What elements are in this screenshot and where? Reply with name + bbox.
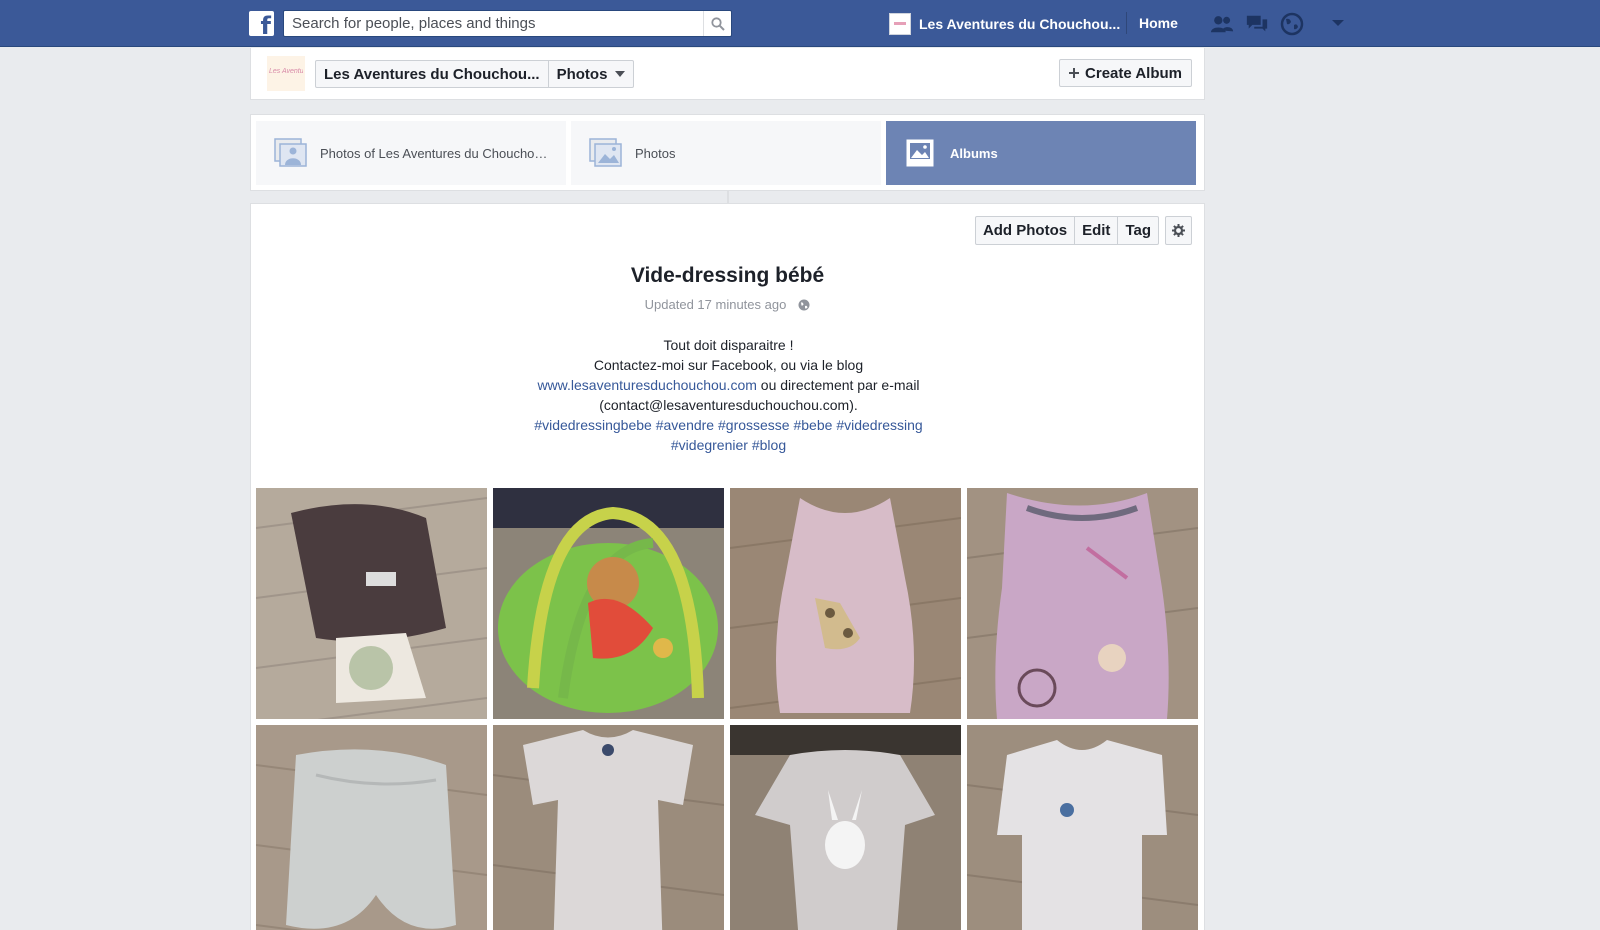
desc-line-1: Tout doit disparaitre ! xyxy=(663,337,794,353)
topbar-page-link[interactable]: Les Aventures du Chouchou... xyxy=(889,12,1120,35)
hashtag-link[interactable]: #videgrenier xyxy=(671,437,748,453)
section-dropdown[interactable]: Photos xyxy=(547,61,634,87)
desc-line-2: Contactez-moi sur Facebook, ou via le bl… xyxy=(593,357,864,373)
page-name-label: Les Aventures du Chouchou... xyxy=(324,65,540,83)
album-description: Tout doit disparaitre ! Contactez-moi su… xyxy=(451,335,1006,455)
hashtag-link[interactable]: #videdressingbebe xyxy=(534,417,652,433)
plus-icon xyxy=(1069,68,1080,78)
search-button[interactable] xyxy=(703,11,731,36)
photo-thumbnail[interactable] xyxy=(967,725,1198,930)
options-button[interactable] xyxy=(1165,216,1192,245)
album-updated-time[interactable]: Updated 17 minutes ago xyxy=(645,297,787,312)
hashtags-line-2: #videgrenier #blog xyxy=(451,435,1006,455)
tag-button[interactable]: Tag xyxy=(1117,217,1158,244)
photo-tabs: Photos of Les Aventures du Chouchou ... … xyxy=(250,114,1205,191)
hashtag-link[interactable]: #bebe xyxy=(793,417,832,433)
photo-thumbnail[interactable] xyxy=(256,488,487,719)
create-album-button[interactable]: Create Album xyxy=(1059,59,1192,87)
facebook-logo-icon[interactable]: f xyxy=(249,11,274,38)
album-updated-row: Updated 17 minutes ago xyxy=(251,297,1204,312)
photo-thumbnail[interactable] xyxy=(730,488,961,719)
tagged-photos-icon xyxy=(274,138,307,167)
topbar-separator xyxy=(1126,12,1127,34)
search-icon xyxy=(710,16,725,31)
page-section-selector: Les Aventures du Chouchou... Photos xyxy=(315,60,635,88)
page-header: Les Aventures Les Aventures du Chouchou.… xyxy=(250,48,1205,100)
desc-line-4: (contact@lesaventuresduchouchou.com). xyxy=(599,397,858,413)
photo-thumbnail[interactable] xyxy=(967,488,1198,719)
page-avatar xyxy=(889,12,911,35)
account-menu-caret-icon[interactable] xyxy=(1332,20,1344,26)
top-navigation-bar: f Les Aventures du Chouchou... Home xyxy=(0,0,1600,47)
page-profile-picture[interactable]: Les Aventures xyxy=(267,56,305,91)
page-logo-script: Les Aventures xyxy=(269,68,303,75)
page-name-button[interactable]: Les Aventures du Chouchou... xyxy=(316,61,548,87)
desc-line-3: www.lesaventuresduchouchou.com ou direct… xyxy=(451,375,1006,395)
search-box xyxy=(283,10,732,37)
tab-connector xyxy=(727,191,729,203)
tab-albums-label: Albums xyxy=(950,145,998,161)
search-input[interactable] xyxy=(284,11,694,36)
edit-button[interactable]: Edit xyxy=(1074,217,1117,244)
create-album-label: Create Album xyxy=(1085,64,1182,82)
hashtag-link[interactable]: #blog xyxy=(752,437,786,453)
photo-thumbnail[interactable] xyxy=(730,725,961,930)
topbar-jewels xyxy=(1210,12,1304,36)
photos-icon xyxy=(589,138,622,167)
chevron-down-icon xyxy=(615,71,626,77)
desc-line-3-rest: ou directement par e-mail xyxy=(756,377,920,393)
topbar-page-name: Les Aventures du Chouchou... xyxy=(919,15,1121,32)
blog-link[interactable]: www.lesaventuresduchouchou.com xyxy=(537,377,756,393)
public-globe-icon[interactable] xyxy=(798,299,810,311)
notifications-globe-icon[interactable] xyxy=(1280,12,1304,36)
album-title: Vide-dressing bébé xyxy=(630,264,825,287)
messages-icon[interactable] xyxy=(1245,12,1269,36)
friend-requests-icon[interactable] xyxy=(1210,12,1234,36)
hashtag-link[interactable]: #grossesse xyxy=(718,417,790,433)
section-label: Photos xyxy=(556,65,608,83)
photo-thumbnail[interactable] xyxy=(493,488,724,719)
photo-thumbnail[interactable] xyxy=(493,725,724,930)
tab-photos-of[interactable]: Photos of Les Aventures du Chouchou ... xyxy=(256,121,566,185)
album-panel: Add Photos Edit Tag Vide-dressing bébé U… xyxy=(250,203,1205,930)
photo-thumbnail[interactable] xyxy=(256,725,487,930)
gear-icon xyxy=(1172,224,1185,237)
album-toolbar: Add Photos Edit Tag xyxy=(974,216,1192,245)
album-actions: Add Photos Edit Tag xyxy=(974,216,1159,245)
tab-photos[interactable]: Photos xyxy=(571,121,881,185)
hashtag-link[interactable]: #avendre xyxy=(656,417,714,433)
tab-albums[interactable]: Albums xyxy=(886,121,1196,185)
home-link[interactable]: Home xyxy=(1139,15,1178,31)
tab-photos-of-label: Photos of Les Aventures du Chouchou ... xyxy=(320,145,550,161)
hashtags-line-1: #videdressingbebe #avendre #grossesse #b… xyxy=(451,415,1006,435)
hashtag-link[interactable]: #videdressing xyxy=(836,417,922,433)
tab-photos-label: Photos xyxy=(635,145,676,161)
albums-icon xyxy=(906,139,934,167)
add-photos-button[interactable]: Add Photos xyxy=(976,217,1074,244)
